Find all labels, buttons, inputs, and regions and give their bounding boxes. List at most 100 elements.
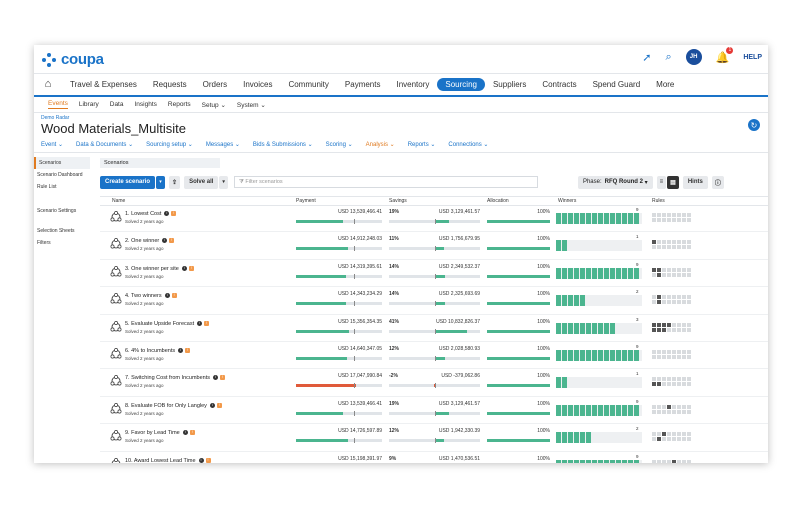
nav-spend-guard[interactable]: Spend Guard xyxy=(585,80,649,89)
subnav-setup[interactable]: Setup ⌄ xyxy=(202,101,226,109)
winners-grid[interactable] xyxy=(556,349,642,361)
winners-grid[interactable] xyxy=(556,459,642,463)
phase-select[interactable]: Phase: RFQ Round 2 ▾ xyxy=(577,175,653,189)
col-name[interactable]: Name xyxy=(112,198,125,204)
nav-invoices[interactable]: Invoices xyxy=(235,80,280,89)
table-row[interactable]: 2. One winner i! Solved 2 years ago USD 14,… xyxy=(100,232,768,260)
warning-icon[interactable]: ! xyxy=(205,457,211,463)
scenario-name[interactable]: 10. Award Lowest Lead Time xyxy=(125,458,196,463)
coupa-logo[interactable]: coupa xyxy=(42,51,104,68)
tab-scoring[interactable]: Scoring ⌄ xyxy=(326,141,353,148)
scenario-name[interactable]: 1. Lowest Cost xyxy=(125,211,161,217)
winners-grid[interactable] xyxy=(556,377,642,389)
warning-icon[interactable]: ! xyxy=(185,348,191,353)
col-allocation[interactable]: Allocation xyxy=(487,198,509,204)
tab-event[interactable]: Event ⌄ xyxy=(41,141,63,148)
help-link[interactable]: HELP xyxy=(743,54,762,61)
import-icon[interactable]: ⇪ xyxy=(169,175,181,189)
scenarios-subtab[interactable]: Scenarios xyxy=(100,158,220,168)
nav-sourcing[interactable]: Sourcing xyxy=(437,77,485,91)
scenario-name[interactable]: 2. One winner xyxy=(125,238,159,244)
left-item-scenario-settings[interactable]: Scenario Settings xyxy=(34,205,90,217)
winners-grid[interactable] xyxy=(556,322,642,334)
tab-reports[interactable]: Reports ⌄ xyxy=(408,141,436,148)
info-icon[interactable]: i xyxy=(164,293,170,299)
subnav-library[interactable]: Library xyxy=(79,101,99,108)
tab-analysis[interactable]: Analysis ⌄ xyxy=(366,141,395,148)
winners-grid[interactable] xyxy=(556,432,642,444)
info-icon[interactable]: ⓘ xyxy=(711,175,724,189)
warning-icon[interactable]: ! xyxy=(189,430,195,436)
info-icon[interactable]: i xyxy=(197,320,203,326)
nav-suppliers[interactable]: Suppliers xyxy=(485,80,534,89)
nav-community[interactable]: Community xyxy=(280,80,336,89)
tab-bids-submissions[interactable]: Bids & Submissions ⌄ xyxy=(253,141,313,148)
bell-icon[interactable]: 🔔 1 xyxy=(716,46,734,64)
solve-all-button[interactable]: Solve all xyxy=(184,175,219,189)
left-item-selection-sheets[interactable]: Selection Sheets xyxy=(34,225,90,237)
info-icon[interactable]: i xyxy=(164,211,170,217)
warning-icon[interactable]: ! xyxy=(171,293,177,299)
warning-icon[interactable]: ! xyxy=(171,211,177,217)
scenario-name[interactable]: 3. One winner per site xyxy=(125,266,179,272)
nav-contracts[interactable]: Contracts xyxy=(534,80,584,89)
list-view-icon[interactable]: ≡ xyxy=(656,175,667,189)
table-row[interactable]: 10. Award Lowest Lead Timei!Solved 2 yea… xyxy=(100,452,768,463)
winners-grid[interactable] xyxy=(556,404,642,416)
winners-grid[interactable] xyxy=(556,240,642,252)
nav-payments[interactable]: Payments xyxy=(337,80,389,89)
create-dropdown-icon[interactable]: ▾ xyxy=(156,175,166,189)
info-icon[interactable]: i xyxy=(209,402,215,408)
warning-icon[interactable]: ! xyxy=(216,402,222,408)
table-row[interactable]: 3. One winner per site i! Solved 2 years a… xyxy=(100,260,768,288)
filter-input[interactable]: ⧩ Filter scenarios xyxy=(233,176,538,188)
warning-icon[interactable]: ! xyxy=(204,320,210,326)
scenario-name[interactable]: 6. 4% to Incumbents xyxy=(125,348,175,354)
table-row[interactable]: 5. Evaluate Upside Forecast i! Solved 2 ye… xyxy=(100,315,768,342)
col-winners[interactable]: Winners xyxy=(558,198,576,204)
scenario-name[interactable]: 9. Favor by Lead Time xyxy=(125,430,180,436)
info-icon[interactable]: i xyxy=(162,238,168,244)
col-rules[interactable]: Rules xyxy=(652,198,665,204)
scenario-name[interactable]: 7. Switching Cost from Incumbents xyxy=(125,375,210,381)
subnav-system[interactable]: System ⌄ xyxy=(237,101,266,109)
search-icon[interactable]: ⌕ xyxy=(665,51,671,64)
nav-inventory[interactable]: Inventory xyxy=(388,80,437,89)
info-icon[interactable]: i xyxy=(212,375,218,381)
create-scenario-button[interactable]: Create scenario xyxy=(100,175,156,189)
tab-messages[interactable]: Messages ⌄ xyxy=(206,141,240,148)
info-icon[interactable]: i xyxy=(198,457,204,463)
table-row[interactable]: 8. Evaluate FOB for Only Langley i! Solved… xyxy=(100,397,768,425)
col-payment[interactable]: Payment xyxy=(296,198,316,204)
col-savings[interactable]: Savings xyxy=(389,198,407,204)
warning-icon[interactable]: ! xyxy=(188,265,194,271)
avatar[interactable]: JH xyxy=(685,49,702,65)
left-item-scenario-dashboard[interactable]: Scenario Dashboard xyxy=(34,169,90,181)
refresh-icon[interactable]: ↻ xyxy=(748,119,760,131)
tab-connections[interactable]: Connections ⌄ xyxy=(448,141,488,148)
nav-travel-expenses[interactable]: Travel & Expenses xyxy=(62,80,145,89)
tab-data-documents[interactable]: Data & Documents ⌄ xyxy=(76,141,133,148)
scenario-name[interactable]: 5. Evaluate Upside Forecast xyxy=(125,321,194,327)
rocket-icon[interactable]: ➚ xyxy=(642,51,651,64)
solve-dropdown-icon[interactable]: ▾ xyxy=(219,175,228,189)
table-row[interactable]: 4. Two winners i! Solved 2 years ago USD 14… xyxy=(100,287,768,315)
nav-orders[interactable]: Orders xyxy=(195,80,235,89)
subnav-insights[interactable]: Insights xyxy=(134,101,156,108)
tab-sourcing-setup[interactable]: Sourcing setup ⌄ xyxy=(146,141,193,148)
nav-more[interactable]: More xyxy=(648,80,682,89)
card-view-icon[interactable]: ▤ xyxy=(667,175,679,189)
winners-grid[interactable] xyxy=(556,267,642,279)
left-item-rule-list[interactable]: Rule List xyxy=(34,181,90,193)
nav-requests[interactable]: Requests xyxy=(145,80,195,89)
scenario-name[interactable]: 8. Evaluate FOB for Only Langley xyxy=(125,403,207,409)
subnav-reports[interactable]: Reports xyxy=(168,101,191,108)
table-row[interactable]: 1. Lowest Cost i! Solved 2 years ago USD 13… xyxy=(100,205,768,233)
info-icon[interactable]: i xyxy=(178,348,184,353)
left-item-scenarios[interactable]: Scenarios xyxy=(34,157,90,169)
subnav-data[interactable]: Data xyxy=(110,101,124,108)
home-icon[interactable]: ⌂ xyxy=(34,78,62,90)
table-row[interactable]: 7. Switching Cost from Incumbents i! Solve… xyxy=(100,369,768,397)
warning-icon[interactable]: ! xyxy=(219,375,225,381)
left-item-filters[interactable]: Filters xyxy=(34,237,90,249)
